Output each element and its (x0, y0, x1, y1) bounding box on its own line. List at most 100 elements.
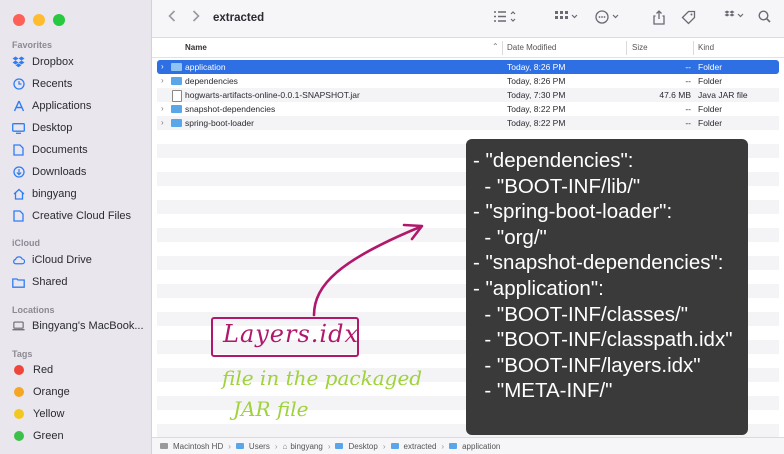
file-row[interactable]: › application Today, 8:26 PM -- Folder (157, 60, 779, 74)
dropbox-icon (12, 56, 25, 69)
path-separator-icon: › (228, 441, 231, 451)
disclosure-triangle-icon[interactable]: › (161, 76, 164, 85)
sidebar-tag-red[interactable]: Red (12, 360, 53, 380)
folder-icon (335, 443, 344, 449)
file-row[interactable]: › snapshot-dependencies Today, 8:22 PM -… (157, 102, 779, 116)
annotation-note-line2: JAR file (233, 397, 309, 421)
chevron-right-icon (192, 10, 200, 22)
tag-icon (681, 10, 696, 25)
path-bar: Macintosh HD › Users › ⌂ bingyang › Desk… (152, 437, 784, 454)
sidebar-item-label: bingyang (32, 188, 77, 200)
sidebar-item-downloads[interactable]: Downloads (12, 162, 86, 182)
sidebar-item-label: Downloads (32, 166, 87, 178)
minimize-window-button[interactable] (33, 14, 45, 26)
column-header: Name ⌃ Date Modified Size Kind (152, 38, 784, 58)
download-icon (12, 166, 25, 179)
ellipsis-circle-icon (595, 10, 619, 24)
yellow-tag-icon (14, 409, 24, 419)
hard-drive-icon (160, 443, 168, 449)
search-button[interactable] (758, 10, 771, 26)
column-date-modified[interactable]: Date Modified (507, 43, 556, 52)
path-separator-icon: › (327, 441, 331, 451)
grid-icon (555, 11, 578, 19)
back-button[interactable] (168, 10, 176, 25)
folder-icon (390, 443, 399, 449)
clock-icon (12, 78, 25, 91)
jar-file-icon (172, 90, 182, 102)
sidebar-item-recents[interactable]: Recents (12, 74, 72, 94)
sidebar-item-label: iCloud Drive (32, 254, 92, 266)
folder-icon (449, 443, 458, 449)
path-separator-icon: › (274, 441, 278, 451)
sidebar-tag-orange[interactable]: Orange (12, 382, 70, 402)
disclosure-triangle-icon[interactable]: › (161, 104, 164, 113)
locations-section-title: Locations (12, 305, 55, 315)
column-name[interactable]: Name (185, 43, 207, 52)
overlay-line: - "org/" (473, 225, 547, 249)
file-row[interactable]: › dependencies Today, 8:26 PM -- Folder (157, 74, 779, 88)
path-item[interactable]: extracted (404, 442, 437, 451)
folder-icon (171, 105, 182, 113)
sidebar-item-documents[interactable]: Documents (12, 140, 88, 160)
folder-icon (171, 63, 182, 71)
overlay-line: - "BOOT-INF/layers.idx" (473, 353, 701, 377)
sidebar-tag-green[interactable]: Green (12, 426, 64, 446)
sidebar-item-label: Red (33, 364, 54, 376)
sidebar-item-icloud-drive[interactable]: iCloud Drive (12, 250, 92, 270)
path-item[interactable]: Macintosh HD (173, 442, 223, 451)
annotation-arrow-icon (312, 223, 424, 317)
sidebar-item-label: Bingyang's MacBook... (32, 320, 144, 332)
tags-section-title: Tags (12, 349, 33, 359)
sidebar-item-label: Desktop (32, 122, 73, 134)
column-kind[interactable]: Kind (698, 43, 714, 52)
list-view-icon (494, 11, 516, 22)
overlay-line: - "BOOT-INF/classes/" (473, 302, 689, 326)
disclosure-triangle-icon[interactable]: › (161, 62, 164, 71)
folder-icon (171, 119, 182, 127)
sidebar-item-desktop[interactable]: Desktop (12, 118, 72, 138)
action-button[interactable] (595, 10, 621, 27)
sidebar-item-creative-cloud-files[interactable]: Creative Cloud Files (12, 206, 131, 226)
sidebar-item-label: Dropbox (32, 56, 74, 68)
document-icon (12, 144, 25, 157)
applications-icon (12, 100, 25, 113)
folder-icon (171, 77, 182, 85)
forward-button[interactable] (192, 10, 200, 25)
sidebar-item-shared[interactable]: Shared (12, 272, 67, 292)
sidebar-item-label: Orange (33, 386, 70, 398)
sidebar-item-label: Applications (32, 100, 92, 112)
overlay-line: - "snapshot-dependencies": (473, 251, 724, 275)
path-item[interactable]: bingyang (290, 442, 322, 451)
column-size[interactable]: Size (632, 43, 648, 52)
list-view-button[interactable] (493, 10, 517, 26)
path-item[interactable]: Users (249, 442, 270, 451)
overlay-line: - "spring-boot-loader": (473, 200, 673, 224)
sidebar-tag-yellow[interactable]: Yellow (12, 404, 64, 424)
orange-tag-icon (14, 387, 24, 397)
disclosure-triangle-icon[interactable]: › (161, 118, 164, 127)
home-icon: ⌂ (282, 441, 288, 451)
cloud-icon (12, 254, 25, 267)
path-separator-icon: › (441, 441, 445, 451)
window-title: extracted (213, 12, 265, 24)
file-row[interactable]: › spring-boot-loader Today, 8:22 PM -- F… (157, 116, 779, 130)
sidebar-item-bingyang[interactable]: bingyang (12, 184, 77, 204)
sidebar: Favorites Dropbox Recents Applications D… (0, 0, 152, 454)
overlay-line: - "BOOT-INF/lib/" (473, 174, 641, 198)
group-button[interactable] (555, 10, 579, 26)
sort-chevron-icon: ⌃ (492, 42, 499, 51)
share-button[interactable] (653, 10, 665, 28)
sidebar-item-applications[interactable]: Applications (12, 96, 91, 116)
sidebar-item-macbook[interactable]: Bingyang's MacBook... (12, 316, 144, 336)
path-item[interactable]: application (462, 442, 500, 451)
file-row[interactable]: hogwarts-artifacts-online-0.0.1-SNAPSHOT… (157, 88, 779, 102)
path-item[interactable]: Desktop (348, 442, 377, 451)
file-icon (12, 210, 25, 223)
overlay-line: - "META-INF/" (473, 379, 613, 403)
close-window-button[interactable] (13, 14, 25, 26)
sidebar-item-label: Yellow (33, 408, 65, 420)
sidebar-item-dropbox[interactable]: Dropbox (12, 52, 74, 72)
tag-button[interactable] (681, 10, 696, 28)
dropbox-menu-button[interactable] (724, 10, 746, 25)
zoom-window-button[interactable] (53, 14, 65, 26)
